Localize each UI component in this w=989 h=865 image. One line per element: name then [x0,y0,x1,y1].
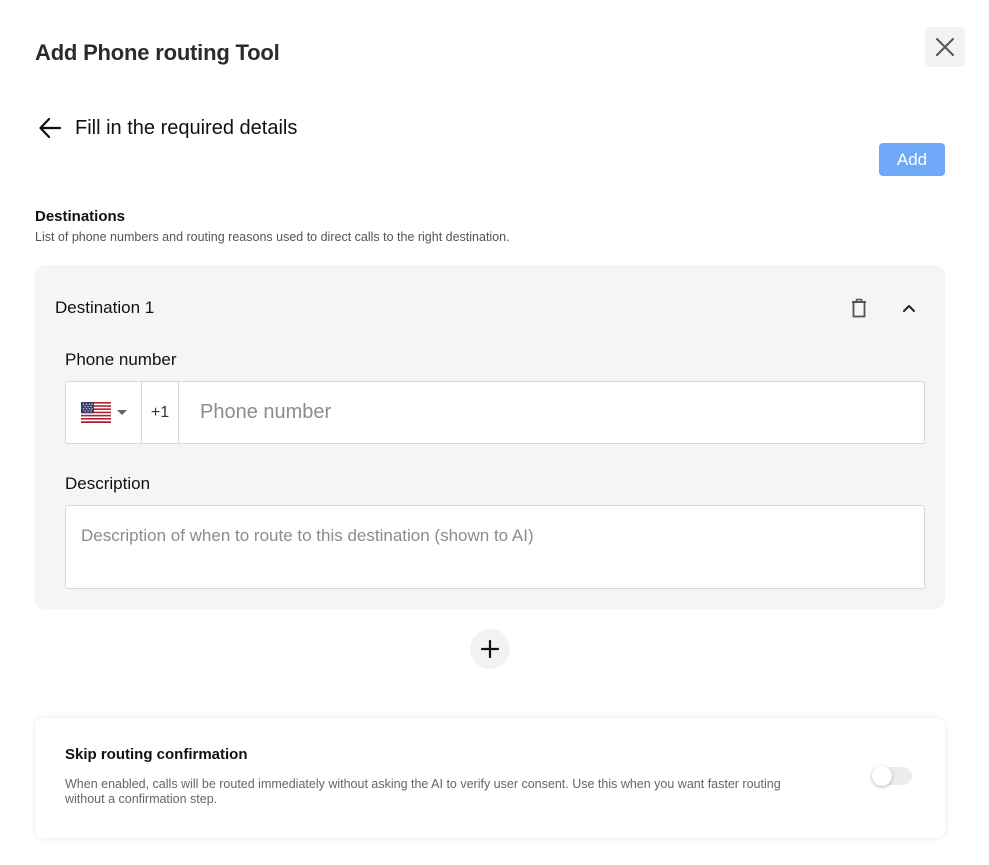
trash-icon [852,298,866,318]
destinations-label: Destinations [35,208,126,225]
plus-icon [480,639,500,659]
skip-confirmation-toggle[interactable] [872,766,912,786]
toggle-knob [872,766,892,786]
step-title: Fill in the required details [75,116,298,139]
description-input[interactable] [65,505,925,589]
add-button[interactable]: Add [879,143,945,176]
phone-number-input[interactable] [179,382,924,443]
close-icon [936,38,954,56]
phone-input-group: +1 [65,381,925,444]
add-destination-button[interactable] [470,629,510,669]
modal-title: Add Phone routing Tool [35,40,280,65]
delete-destination-button[interactable] [846,295,872,321]
destination-card: Destination 1 Phone number +1 Phone numb… [35,265,945,609]
back-button[interactable] [36,114,64,142]
dial-code: +1 [142,382,179,443]
caret-down-icon [117,410,127,415]
arrow-left-icon [39,117,62,139]
step-header: Fill in the required details [36,114,297,142]
skip-confirmation-title: Skip routing confirmation [65,746,248,763]
skip-confirmation-card: Skip routing confirmation When enabled, … [35,718,945,838]
destinations-description: List of phone numbers and routing reason… [35,230,510,244]
destination-title: Destination 1 [55,298,155,317]
country-select[interactable] [66,382,142,443]
close-button[interactable] [925,27,965,67]
us-flag-icon [81,402,111,423]
skip-confirmation-description: When enabled, calls will be routed immed… [65,777,781,806]
collapse-destination-button[interactable] [896,295,922,321]
description-label: Description [65,474,151,493]
chevron-up-icon [903,305,915,312]
phone-number-label: Phone number [65,350,177,369]
